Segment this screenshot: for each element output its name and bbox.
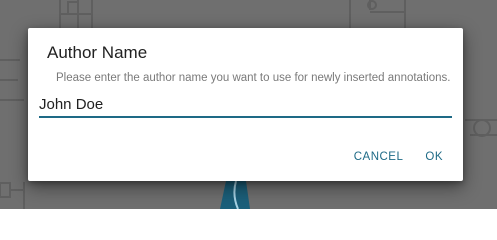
dialog-message: Please enter the author name you want to…	[56, 72, 451, 84]
cancel-button[interactable]: CANCEL	[346, 149, 412, 165]
author-name-input[interactable]	[39, 92, 452, 116]
ok-button[interactable]: OK	[417, 149, 451, 165]
dialog-title: Author Name	[47, 43, 148, 62]
author-name-dialog: Author Name Please enter the author name…	[28, 28, 463, 181]
dialog-actions: CANCEL OK	[346, 149, 451, 165]
author-name-field[interactable]	[39, 92, 452, 118]
input-underline	[39, 116, 452, 118]
